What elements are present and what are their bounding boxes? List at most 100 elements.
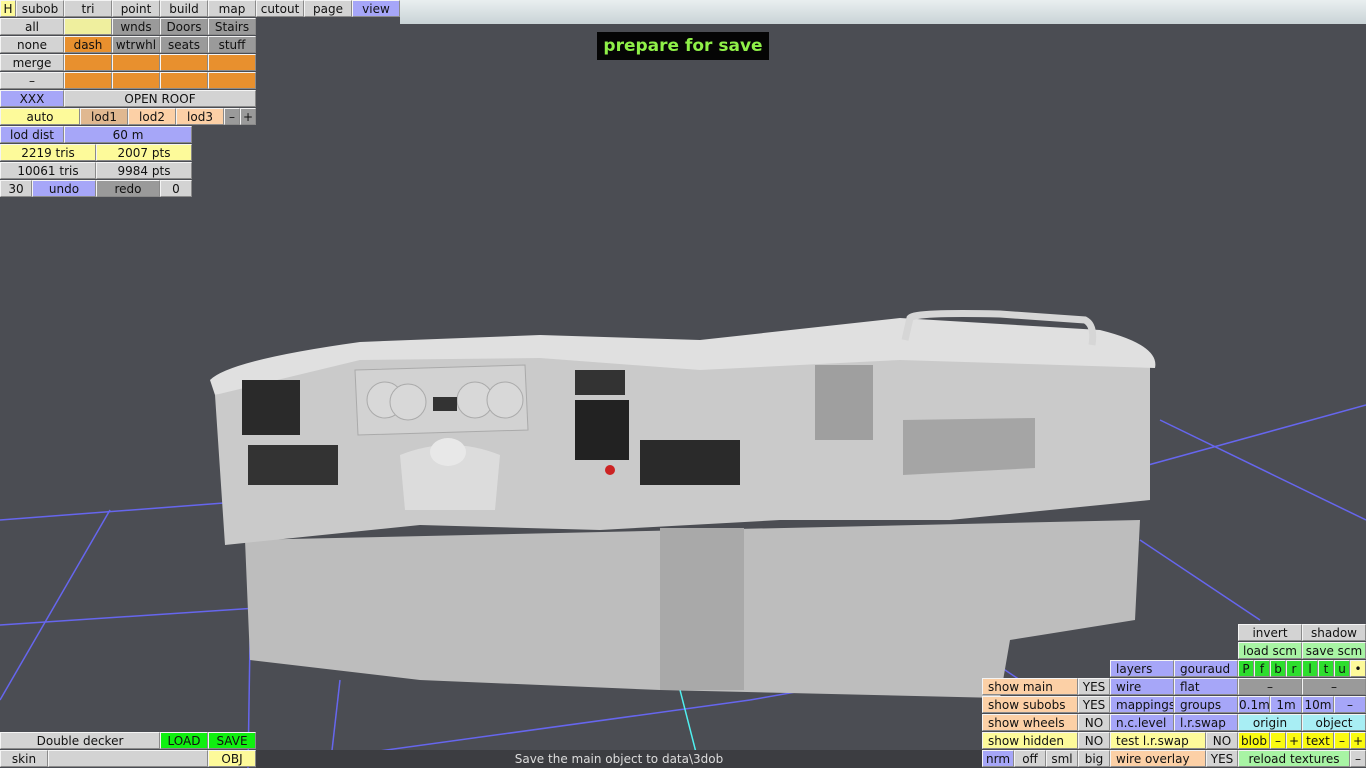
mappings-button[interactable]: mappings [1110,696,1174,713]
grid-minus-button[interactable]: – [1334,696,1366,713]
sky-strip [400,0,1366,24]
point-tab[interactable]: point [112,0,160,17]
lod-plus-button[interactable]: + [240,108,256,125]
redo-count: 0 [160,180,192,197]
subobject-slot[interactable] [208,54,256,71]
show-hidden-button[interactable]: show hidden [982,732,1078,749]
view-dir-button[interactable]: l [1302,660,1318,677]
nrm-button[interactable]: nrm [982,750,1014,767]
view-dir-button[interactable]: f [1254,660,1270,677]
wire-overlay-button[interactable]: wire overlay [1110,750,1206,767]
subobject-slot[interactable] [160,72,208,89]
xxx-button[interactable]: XXX [0,90,64,107]
selected-pts: 2007 pts [96,144,192,161]
merge-button[interactable]: merge [0,54,64,71]
lod-minus-button[interactable]: – [224,108,240,125]
subobject-slot[interactable] [208,72,256,89]
flat-button[interactable]: flat [1174,678,1238,695]
view-dir-button[interactable]: P [1238,660,1254,677]
wire-button[interactable]: wire [1110,678,1174,695]
subobject-slot[interactable] [112,54,160,71]
reload-textures-button[interactable]: reload textures [1238,750,1350,767]
subobject-slot[interactable] [112,72,160,89]
gouraud-button[interactable]: gouraud [1174,660,1238,677]
stairs-button[interactable]: Stairs [208,18,256,35]
minus-button[interactable]: – [0,72,64,89]
grid-1m-button[interactable]: 1m [1270,696,1302,713]
reload-minus-button[interactable]: – [1350,750,1366,767]
map-tab[interactable]: map [208,0,256,17]
subobject-slot[interactable] [64,18,112,35]
layers-button[interactable]: layers [1110,660,1174,677]
wnds-button[interactable]: wnds [112,18,160,35]
subob-tab[interactable]: subob [16,0,64,17]
seats-button[interactable]: seats [160,36,208,53]
view-dir-button[interactable]: b [1270,660,1286,677]
test-lr-swap-button[interactable]: test l.r.swap [1110,732,1206,749]
blob-minus-button[interactable]: – [1270,732,1286,749]
subobject-slot[interactable] [64,72,112,89]
lod2-button[interactable]: lod2 [128,108,176,125]
minus-button[interactable]: – [1238,678,1302,695]
blob-button[interactable]: blob [1238,732,1270,749]
none-button[interactable]: none [0,36,64,53]
invert-button[interactable]: invert [1238,624,1302,641]
shadow-button[interactable]: shadow [1302,624,1366,641]
stuff-button[interactable]: stuff [208,36,256,53]
open-roof-button[interactable]: OPEN ROOF [64,90,256,107]
blob-plus-button[interactable]: + [1286,732,1302,749]
grid-0-1m-button[interactable]: 0.1m [1238,696,1270,713]
object-button[interactable]: object [1302,714,1366,731]
lod-dist-value: 60 m [64,126,192,143]
test-lr-swap-toggle[interactable]: NO [1206,732,1238,749]
show-main-button[interactable]: show main [982,678,1078,695]
dash-button[interactable]: dash [64,36,112,53]
text-button[interactable]: text [1302,732,1334,749]
page-tab[interactable]: page [304,0,352,17]
subobject-slot[interactable] [160,54,208,71]
minus-button[interactable]: – [1302,678,1366,695]
view-dir-button[interactable]: u [1334,660,1350,677]
show-main-toggle[interactable]: YES [1078,678,1110,695]
cutout-tab[interactable]: cutout [256,0,304,17]
show-wheels-button[interactable]: show wheels [982,714,1078,731]
undo-button[interactable]: undo [32,180,96,197]
groups-button[interactable]: groups [1174,696,1238,713]
show-hidden-toggle[interactable]: NO [1078,732,1110,749]
off-button[interactable]: off [1014,750,1046,767]
model-type-button[interactable]: Double decker [0,732,160,749]
load-scm-button[interactable]: load scm [1238,642,1302,659]
sml-button[interactable]: sml [1046,750,1078,767]
wtrwhl-button[interactable]: wtrwhl [112,36,160,53]
text-plus-button[interactable]: + [1350,732,1366,749]
lr-swap-button[interactable]: l.r.swap [1174,714,1238,731]
lod1-button[interactable]: lod1 [80,108,128,125]
wire-overlay-toggle[interactable]: YES [1206,750,1238,767]
big-button[interactable]: big [1078,750,1110,767]
save-button[interactable]: SAVE [208,732,256,749]
show-subobs-toggle[interactable]: YES [1078,696,1110,713]
nc-level-button[interactable]: n.c.level [1110,714,1174,731]
redo-button[interactable]: redo [96,180,160,197]
text-minus-button[interactable]: – [1334,732,1350,749]
tri-tab[interactable]: tri [64,0,112,17]
view-dir-button[interactable]: r [1286,660,1302,677]
all-button[interactable]: all [0,18,64,35]
doors-button[interactable]: Doors [160,18,208,35]
h-button[interactable]: H [0,0,16,17]
load-button[interactable]: LOAD [160,732,208,749]
grid-10m-button[interactable]: 10m [1302,696,1334,713]
obj-button[interactable]: OBJ [208,750,256,767]
origin-button[interactable]: origin [1238,714,1302,731]
build-tab[interactable]: build [160,0,208,17]
view-dir-button[interactable]: • [1350,660,1366,677]
show-wheels-toggle[interactable]: NO [1078,714,1110,731]
show-subobs-button[interactable]: show subobs [982,696,1078,713]
skin-input[interactable] [48,750,208,767]
save-scm-button[interactable]: save scm [1302,642,1366,659]
lod3-button[interactable]: lod3 [176,108,224,125]
lod-auto-button[interactable]: auto [0,108,80,125]
view-tab[interactable]: view [352,0,400,17]
view-dir-button[interactable]: t [1318,660,1334,677]
subobject-slot[interactable] [64,54,112,71]
